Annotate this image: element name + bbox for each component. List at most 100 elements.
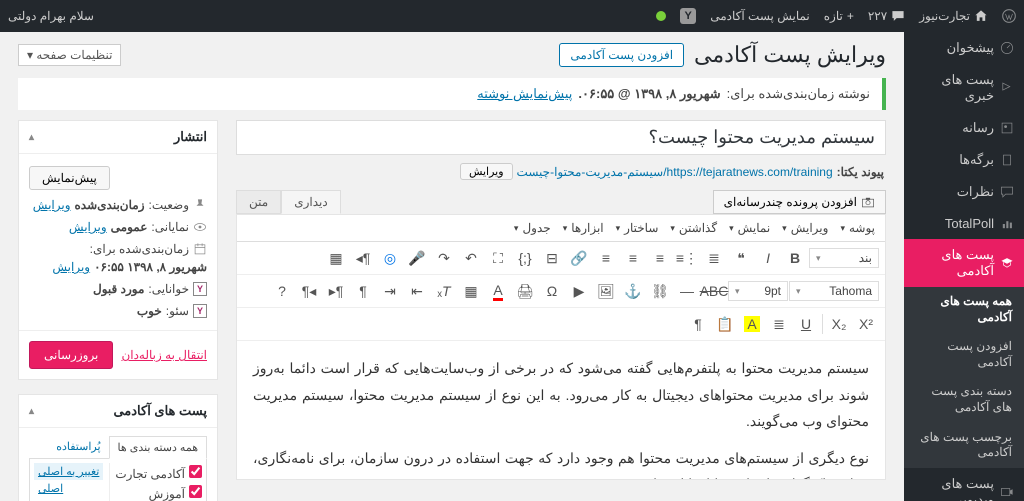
bold-button[interactable]: B (782, 245, 808, 271)
more-button[interactable]: ⊟ (539, 245, 565, 271)
menu-academy[interactable]: پست های آکادمی (904, 239, 1024, 287)
edit-visibility-link[interactable]: ویرایش (69, 220, 107, 234)
preview-button[interactable]: پیش‌نمایش (29, 166, 110, 190)
submenu-academy-cat[interactable]: دسته بندی پست های آکادمی (904, 377, 1024, 422)
align-right-button[interactable]: ≡ (647, 245, 673, 271)
user-greeting[interactable]: سلام بهرام دولتی (8, 9, 94, 23)
strike-button[interactable]: ABC (701, 278, 727, 304)
edit-status-link[interactable]: ویرایش (33, 198, 71, 212)
mic-button[interactable]: 🎤 (404, 245, 430, 271)
menu-media[interactable]: رسانه (904, 112, 1024, 144)
categories-box-title[interactable]: پست های آکادمی (19, 395, 217, 428)
ltr-button[interactable]: ¶▸ (323, 278, 349, 304)
publish-box-title[interactable]: انتشار (19, 121, 217, 154)
ul-button[interactable]: ≣ (701, 245, 727, 271)
target-button[interactable]: ◎ (377, 245, 403, 271)
fullscreen-button[interactable]: ⛶ (485, 245, 511, 271)
toggle-toolbar-button[interactable]: ▦ (323, 245, 349, 271)
link-button[interactable]: 🔗 (566, 245, 592, 271)
clear-format-button[interactable]: Tₓ (431, 278, 457, 304)
hr-button[interactable]: — (674, 278, 700, 304)
underline-button[interactable]: U (793, 311, 819, 337)
wp-logo[interactable] (1002, 9, 1016, 23)
table-button[interactable]: ▦ (458, 278, 484, 304)
yoast-indicator[interactable]: Y (680, 8, 696, 24)
trash-link[interactable]: انتقال به زباله‌دان (121, 348, 207, 362)
cat-primary-1[interactable]: تغییر به اصلی (34, 463, 103, 480)
view-post-link[interactable]: نمایش پست آکادمی (710, 9, 810, 23)
menu-edit[interactable]: ویرایش (778, 219, 832, 237)
toolbar-row-2: Tahoma 9pt ABC — ⛓ ⚓ 🖼 ▶ Ω 🖨 A ▦ Tₓ ⇤ ⇥ … (237, 275, 885, 308)
bg-color-button[interactable]: A (739, 311, 765, 337)
ol-button[interactable]: ⋮≡ (674, 245, 700, 271)
cat-item-2[interactable]: آموزش مدیریت (110, 483, 202, 501)
print-button[interactable]: 🖨 (512, 278, 538, 304)
screen-options-button[interactable]: تنظیمات صفحه ▾ (18, 44, 121, 66)
menu-news[interactable]: پست های خبری (904, 64, 1024, 112)
sup-button[interactable]: X² (853, 311, 879, 337)
site-name-link[interactable]: تجارت‌نیوز (919, 9, 988, 23)
sub-button[interactable]: X₂ (826, 311, 852, 337)
submenu-academy-add[interactable]: افزودن پست آکادمی (904, 332, 1024, 377)
font-select[interactable]: Tahoma (789, 281, 879, 301)
add-new-button[interactable]: افزودن پست آکادمی (559, 43, 684, 67)
pilcrow2-button[interactable]: ¶ (350, 278, 376, 304)
menu-pages[interactable]: برگه‌ها (904, 144, 1024, 176)
indent-button[interactable]: ⇥ (377, 278, 403, 304)
special-char-button[interactable]: Ω (539, 278, 565, 304)
update-button[interactable]: بروزرسانی (29, 341, 113, 369)
text-color-button[interactable]: A (485, 278, 511, 304)
justify-button[interactable]: ≣ (766, 311, 792, 337)
menu-dashboard[interactable]: پیشخوان (904, 32, 1024, 64)
tab-visual[interactable]: دیداری (281, 190, 341, 214)
italic-button[interactable]: I (755, 245, 781, 271)
content-area: ویرایش پست آکادمی افزودن پست آکادمی تنظی… (0, 32, 904, 501)
video-button[interactable]: ▶ (566, 278, 592, 304)
permalink-url[interactable]: https://tejaratnews.com/training/سیستم-م… (517, 165, 833, 179)
unlink-button[interactable]: ⛓ (647, 278, 673, 304)
show-blocks-button[interactable]: ¶ (685, 311, 711, 337)
size-select[interactable]: 9pt (728, 281, 788, 301)
edit-slug-button[interactable]: ویرایش (460, 163, 513, 180)
menu-view[interactable]: نمایش (725, 219, 774, 237)
menu-insert[interactable]: گذاشتن (666, 219, 721, 237)
menu-table[interactable]: جدول (510, 219, 555, 237)
code-button[interactable]: {;} (512, 245, 538, 271)
comments-link[interactable]: ۲۲۷ (868, 9, 905, 23)
image-button[interactable]: 🖼 (593, 278, 619, 304)
menu-totalpoll[interactable]: TotalPoll (904, 208, 1024, 239)
add-media-button[interactable]: افزودن پرونده چندرسانه‌ای (713, 190, 886, 214)
menu-comments[interactable]: نظرات (904, 176, 1024, 208)
editor: پوشه ویرایش نمایش گذاشتن ساختار ابزارها … (236, 214, 886, 480)
undo-button[interactable]: ↶ (458, 245, 484, 271)
help-button[interactable]: ? (269, 278, 295, 304)
preview-link[interactable]: پیش‌نمایش نوشته (477, 86, 572, 102)
outdent-button[interactable]: ⇤ (404, 278, 430, 304)
post-title-input[interactable] (236, 120, 886, 155)
menu-tools[interactable]: ابزارها (559, 219, 608, 237)
paste-text-button[interactable]: 📋 (712, 311, 738, 337)
editor-body[interactable]: سیستم مدیریت محتوا به پلتفرم‌هایی گفته م… (237, 341, 885, 479)
align-left-button[interactable]: ≡ (593, 245, 619, 271)
quote-button[interactable]: ❝ (728, 245, 754, 271)
submenu-academy-all[interactable]: همه پست های آکادمی (904, 287, 1024, 332)
menu-file[interactable]: پوشه (836, 219, 879, 237)
admin-menu: پیشخوان پست های خبری رسانه برگه‌ها نظرات… (904, 32, 1024, 501)
cat-tab-all[interactable]: همه دسته بندی ها (109, 436, 207, 459)
anchor-button[interactable]: ⚓ (620, 278, 646, 304)
menu-video[interactable]: پست های ویدیویی (904, 468, 1024, 501)
submenu-academy-tag[interactable]: برچسب پست های آکادمی (904, 423, 1024, 468)
paragraph-select[interactable]: بند (809, 248, 879, 268)
new-content-link[interactable]: + تازه (824, 9, 854, 23)
cat-primary-2[interactable]: اصلی (34, 480, 103, 497)
cat-item-1[interactable]: آکادمی تجارت (110, 463, 202, 483)
tab-text[interactable]: متن (236, 190, 281, 214)
yoast-readability-icon: Y (193, 282, 207, 296)
edit-schedule-link[interactable]: ویرایش (52, 260, 90, 274)
rtl-button[interactable]: ◂¶ (296, 278, 322, 304)
menu-format[interactable]: ساختار (612, 219, 663, 237)
redo-button[interactable]: ↷ (431, 245, 457, 271)
pilcrow-button[interactable]: ¶◂ (350, 245, 376, 271)
align-center-button[interactable]: ≡ (620, 245, 646, 271)
cat-tab-popular[interactable]: پُراستفاده (48, 436, 108, 458)
